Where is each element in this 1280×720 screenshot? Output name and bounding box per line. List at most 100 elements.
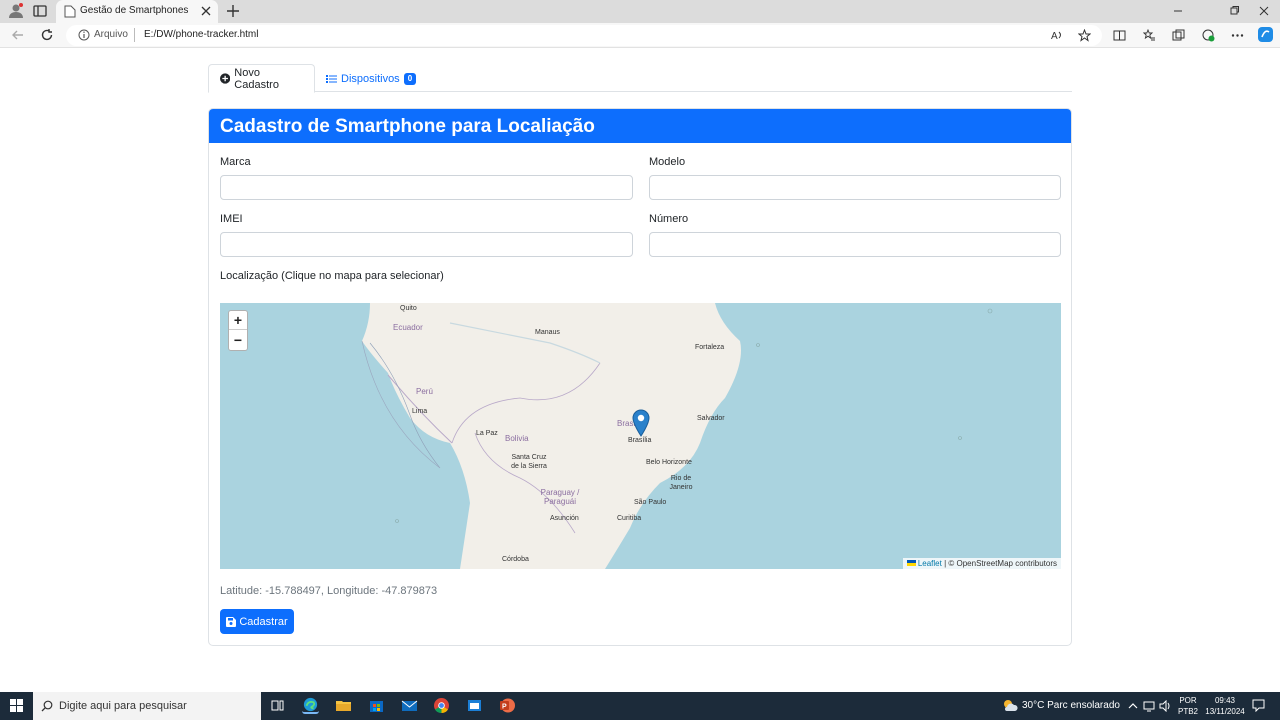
search-icon: [41, 700, 53, 712]
read-aloud-icon[interactable]: A: [1051, 29, 1064, 42]
weather-icon[interactable]: [1001, 697, 1018, 714]
address-bar-row: Arquivo E:/DW/phone-tracker.html A: [0, 23, 1280, 48]
browser-tabstrip: Gestão de Smartphones: [0, 0, 1280, 23]
tab-new-label: Novo Cadastro: [234, 66, 279, 91]
minimize-icon[interactable]: [1172, 5, 1184, 17]
volume-icon[interactable]: [1159, 700, 1172, 712]
map-city-label: Quito: [400, 305, 417, 312]
map-city-label: Lima: [412, 408, 428, 415]
favorite-star-icon[interactable]: [1078, 29, 1091, 42]
map-marker-icon[interactable]: [632, 409, 650, 437]
map-country-label: Ecuador: [393, 323, 423, 332]
favorites-icon[interactable]: [1143, 29, 1156, 42]
map-city-label: Fortaleza: [695, 344, 725, 351]
svg-text:P: P: [502, 704, 507, 711]
tab-devices[interactable]: Dispositivos 0: [315, 64, 427, 93]
map-city-label: Rio de Janeiro: [669, 475, 693, 491]
mail-icon[interactable]: [401, 697, 418, 714]
leaflet-link[interactable]: Leaflet: [918, 559, 942, 568]
keyboard-layout: PTB2: [1178, 707, 1199, 716]
number-label: Número: [649, 213, 689, 225]
tab-actions-icon[interactable]: [33, 4, 47, 18]
card-header-title: Cadastro de Smartphone para Localiação: [209, 109, 1071, 143]
tab-new-registration[interactable]: Novo Cadastro: [208, 64, 315, 93]
location-label: Localização (Clique no mapa para selecio…: [220, 270, 444, 282]
close-window-icon[interactable]: [1258, 5, 1270, 17]
language-indicator[interactable]: POR PTB2: [1178, 695, 1198, 720]
nav-tabs: Novo Cadastro Dispositivos 0: [208, 64, 1072, 93]
copilot-icon[interactable]: [1258, 27, 1273, 42]
model-input[interactable]: [649, 175, 1061, 200]
register-button-label: Cadastrar: [239, 615, 288, 628]
map-city-label: Belo Horizonte: [646, 459, 692, 466]
back-icon[interactable]: [11, 28, 25, 42]
clock-time: 09:43: [1214, 696, 1236, 705]
weather-text[interactable]: 30°C Parc ensolarado: [1022, 700, 1120, 720]
svg-text:A: A: [1051, 31, 1058, 42]
extensions-icon[interactable]: [1202, 29, 1215, 42]
notifications-icon[interactable]: [1252, 699, 1265, 712]
map-city-label: Brasília: [628, 437, 652, 444]
list-icon: [326, 74, 337, 83]
map-attribution: Leaflet | © OpenStreetMap contributors: [902, 558, 1061, 569]
more-options-icon[interactable]: [1231, 29, 1244, 42]
address-prefix: Arquivo: [94, 29, 128, 40]
map-city-label: La Paz: [476, 430, 498, 437]
taskbar-search-placeholder: Digite aqui para pesquisar: [59, 700, 187, 712]
page-content: Novo Cadastro Dispositivos 0 Cadastro de…: [0, 48, 1280, 692]
collections-icon[interactable]: [1172, 29, 1185, 42]
ukraine-flag-icon: [906, 560, 916, 566]
network-icon[interactable]: [1143, 700, 1156, 712]
brand-input[interactable]: [220, 175, 633, 200]
attribution-text: | © OpenStreetMap contributors: [944, 559, 1057, 568]
refresh-icon[interactable]: [40, 28, 54, 42]
windows-taskbar: Digite aqui para pesquisar P 30°C Parc e…: [0, 692, 1280, 720]
restore-icon[interactable]: [1228, 5, 1240, 17]
tab-devices-label: Dispositivos: [341, 72, 400, 85]
page-icon: [64, 5, 76, 18]
plus-circle-icon: [220, 73, 231, 84]
windows-start-icon[interactable]: [10, 699, 23, 712]
language-code: POR: [1179, 696, 1197, 705]
map-city-label: Santa Cruz de la Sierra: [511, 454, 547, 470]
task-view-icon[interactable]: [269, 697, 286, 714]
file-explorer-icon[interactable]: [335, 697, 352, 714]
map-country-label: Bolivia: [505, 434, 529, 443]
close-tab-icon[interactable]: [200, 5, 212, 17]
chrome-icon[interactable]: [433, 697, 450, 714]
new-tab-icon[interactable]: [226, 4, 240, 18]
map-country-label: Perú: [416, 387, 433, 396]
map-zoom-control: + −: [228, 310, 248, 351]
browser-tab-title: Gestão de Smartphones: [80, 5, 189, 16]
chevron-up-icon[interactable]: [1128, 701, 1138, 711]
number-input[interactable]: [649, 232, 1061, 257]
registration-card: Cadastro de Smartphone para Localiação M…: [208, 108, 1072, 646]
profile-icon[interactable]: [8, 3, 24, 19]
imei-input[interactable]: [220, 232, 633, 257]
imei-label: IMEI: [220, 213, 243, 225]
url-input[interactable]: Arquivo E:/DW/phone-tracker.html: [66, 25, 1102, 46]
zoom-in-button[interactable]: +: [229, 311, 247, 330]
devices-count-badge: 0: [403, 72, 417, 85]
model-label: Modelo: [649, 156, 686, 168]
zoom-out-button[interactable]: −: [229, 331, 247, 350]
edge-browser-icon[interactable]: [302, 697, 319, 714]
coordinates-text: Latitude: -15.788497, Longitude: -47.879…: [220, 585, 438, 597]
browser-tab-active[interactable]: Gestão de Smartphones: [56, 0, 218, 23]
split-screen-icon[interactable]: [1113, 29, 1126, 42]
microsoft-store-icon[interactable]: [368, 697, 385, 714]
map-city-label: Córdoba: [502, 556, 529, 563]
info-icon[interactable]: [78, 29, 90, 41]
save-icon: [226, 616, 237, 627]
map-country-label: Paraguay / Paraguái: [540, 488, 580, 506]
taskbar-search-input[interactable]: Digite aqui para pesquisar: [33, 692, 261, 720]
map-city-label: Asunción: [550, 515, 579, 522]
powerpoint-icon[interactable]: P: [499, 697, 516, 714]
clock[interactable]: 09:43 13/11/2024: [1200, 695, 1250, 720]
map-city-label: Curitiba: [617, 515, 642, 522]
map-city-label: Manaus: [535, 329, 560, 336]
location-map[interactable]: Quito Manaus Fortaleza Lima Salvador Bra…: [220, 303, 1061, 569]
app-window-icon[interactable]: [466, 697, 483, 714]
register-button[interactable]: Cadastrar: [220, 609, 294, 634]
url-text: E:/DW/phone-tracker.html: [144, 29, 259, 40]
